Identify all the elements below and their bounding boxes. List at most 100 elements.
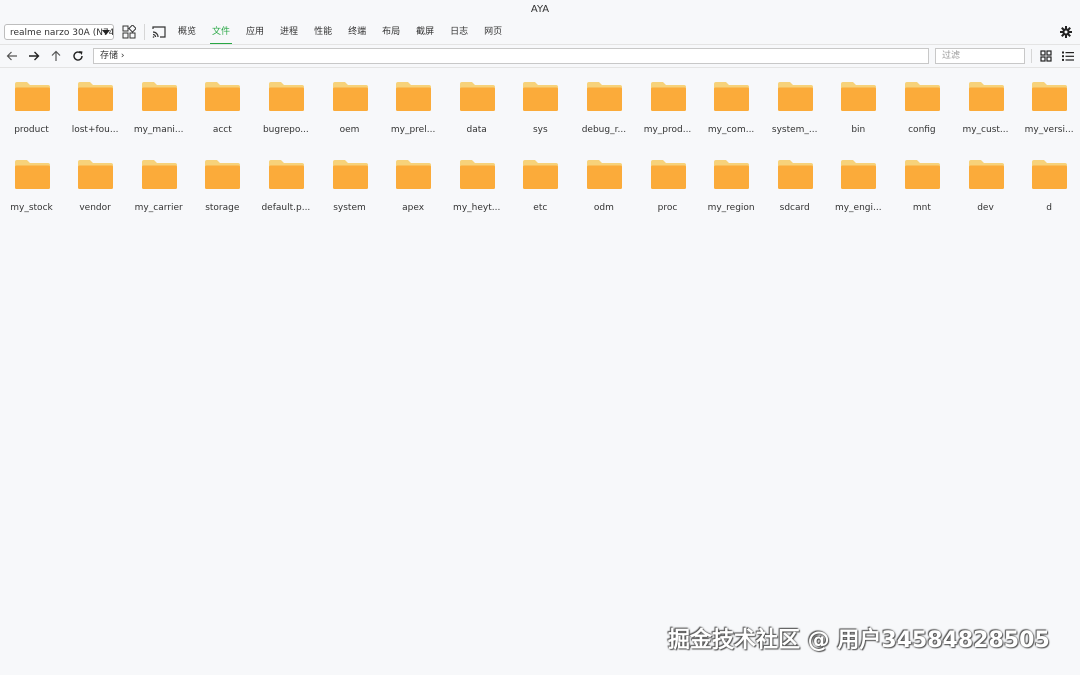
folder-icon [205,160,241,189]
tab-logs[interactable]: 日志 [442,20,476,44]
folder-item[interactable]: my_com... [701,70,761,142]
folder-item[interactable]: my_engi... [828,148,888,220]
tab-performance[interactable]: 性能 [306,20,340,44]
folder-name: my_com... [707,125,755,135]
folder-item[interactable]: my_versi... [1019,70,1079,142]
folder-icon [205,82,241,111]
folder-icon [459,82,495,111]
filter-input[interactable] [935,48,1025,64]
folder-name: my_cust... [962,125,1009,135]
list-view-icon[interactable] [1061,49,1075,63]
apps-grid-icon[interactable] [122,25,136,39]
folder-icon [332,160,368,189]
folder-item[interactable]: odm [574,148,634,220]
folder-item[interactable]: storage [192,148,252,220]
folder-item[interactable]: my_prel... [383,70,443,142]
up-arrow-icon[interactable] [50,50,62,62]
folder-item[interactable]: my_prod... [638,70,698,142]
path-breadcrumb[interactable]: 存储 › [93,48,929,64]
settings-gear-icon[interactable] [1060,26,1072,38]
folder-icon [396,160,432,189]
back-arrow-icon[interactable] [6,50,18,62]
folder-item[interactable]: my_cust... [956,70,1016,142]
folder-item[interactable]: dev [956,148,1016,220]
tab-screenshot[interactable]: 截屏 [408,20,442,44]
top-toolbar: realme narzo 30A (N74 概览 文件 应用 进程 性能 终端 … [0,20,1080,44]
folder-item[interactable]: sdcard [765,148,825,220]
folder-name: my_prel... [390,125,436,135]
folder-icon [1032,160,1068,189]
folder-icon [523,82,559,111]
file-grid: product lost+fou... my_mani... acct bugrepo.… [0,70,1080,640]
folder-name: my_versi... [1024,125,1074,135]
folder-item[interactable]: oem [320,70,380,142]
folder-name: acct [212,125,232,135]
folder-item[interactable]: vendor [65,148,125,220]
folder-item[interactable]: data [447,70,507,142]
folder-item[interactable]: my_carrier [129,148,189,220]
folder-item[interactable]: etc [510,148,570,220]
folder-icon [650,82,686,111]
folder-item[interactable]: system [320,148,380,220]
tab-layout[interactable]: 布局 [374,20,408,44]
folder-icon [141,160,177,189]
folder-item[interactable]: bin [828,70,888,142]
folder-icon [14,82,50,111]
folder-item[interactable]: bugrepo... [256,70,316,142]
folder-name: sys [532,125,548,135]
folder-icon [459,160,495,189]
folder-name: config [908,125,936,135]
tab-webview[interactable]: 网页 [476,20,510,44]
tab-terminal[interactable]: 终端 [340,20,374,44]
folder-item[interactable]: my_stock [2,148,62,220]
folder-name: dev [977,203,994,213]
folder-icon [141,82,177,111]
folder-icon [841,82,877,111]
folder-item[interactable]: mnt [892,148,952,220]
folder-name: sdcard [779,203,810,213]
folder-icon [332,82,368,111]
folder-item[interactable]: my_region [701,148,761,220]
folder-item[interactable]: my_mani... [129,70,189,142]
folder-item[interactable]: apex [383,148,443,220]
folder-name: data [466,125,487,135]
tab-overview[interactable]: 概览 [170,20,204,44]
folder-item[interactable]: default.p... [256,148,316,220]
folder-icon [586,160,622,189]
folder-name: system_... [771,125,818,135]
folder-item[interactable]: proc [638,148,698,220]
folder-icon [714,160,750,189]
folder-icon [523,160,559,189]
folder-item[interactable]: sys [510,70,570,142]
device-select[interactable]: realme narzo 30A (N74 [4,24,114,40]
folder-name: lost+fou... [71,125,119,135]
folder-item[interactable]: system_... [765,70,825,142]
folder-icon [904,160,940,189]
tab-apps[interactable]: 应用 [238,20,272,44]
folder-name: proc [657,203,678,213]
folder-item[interactable]: config [892,70,952,142]
folder-icon [78,160,114,189]
folder-icon [396,82,432,111]
folder-item[interactable]: acct [192,70,252,142]
device-select-label: realme narzo 30A (N74 [10,28,114,38]
folder-item[interactable]: my_heyt... [447,148,507,220]
folder-icon [777,160,813,189]
folder-item[interactable]: d [1019,148,1079,220]
folder-name: debug_r... [581,125,627,135]
folder-item[interactable]: lost+fou... [65,70,125,142]
tab-processes[interactable]: 进程 [272,20,306,44]
folder-item[interactable]: debug_r... [574,70,634,142]
grid-view-icon[interactable] [1039,49,1053,63]
forward-arrow-icon[interactable] [28,50,40,62]
folder-icon [78,82,114,111]
tab-files[interactable]: 文件 [204,20,238,44]
view-divider [1031,49,1032,63]
folder-icon [841,160,877,189]
folder-name: odm [593,203,614,213]
cast-icon[interactable] [152,25,166,39]
main-tabs: 概览 文件 应用 进程 性能 终端 布局 截屏 日志 网页 [170,20,510,44]
folder-item[interactable]: product [2,70,62,142]
refresh-icon[interactable] [72,50,84,62]
file-navigation-bar: 存储 › [0,44,1080,68]
